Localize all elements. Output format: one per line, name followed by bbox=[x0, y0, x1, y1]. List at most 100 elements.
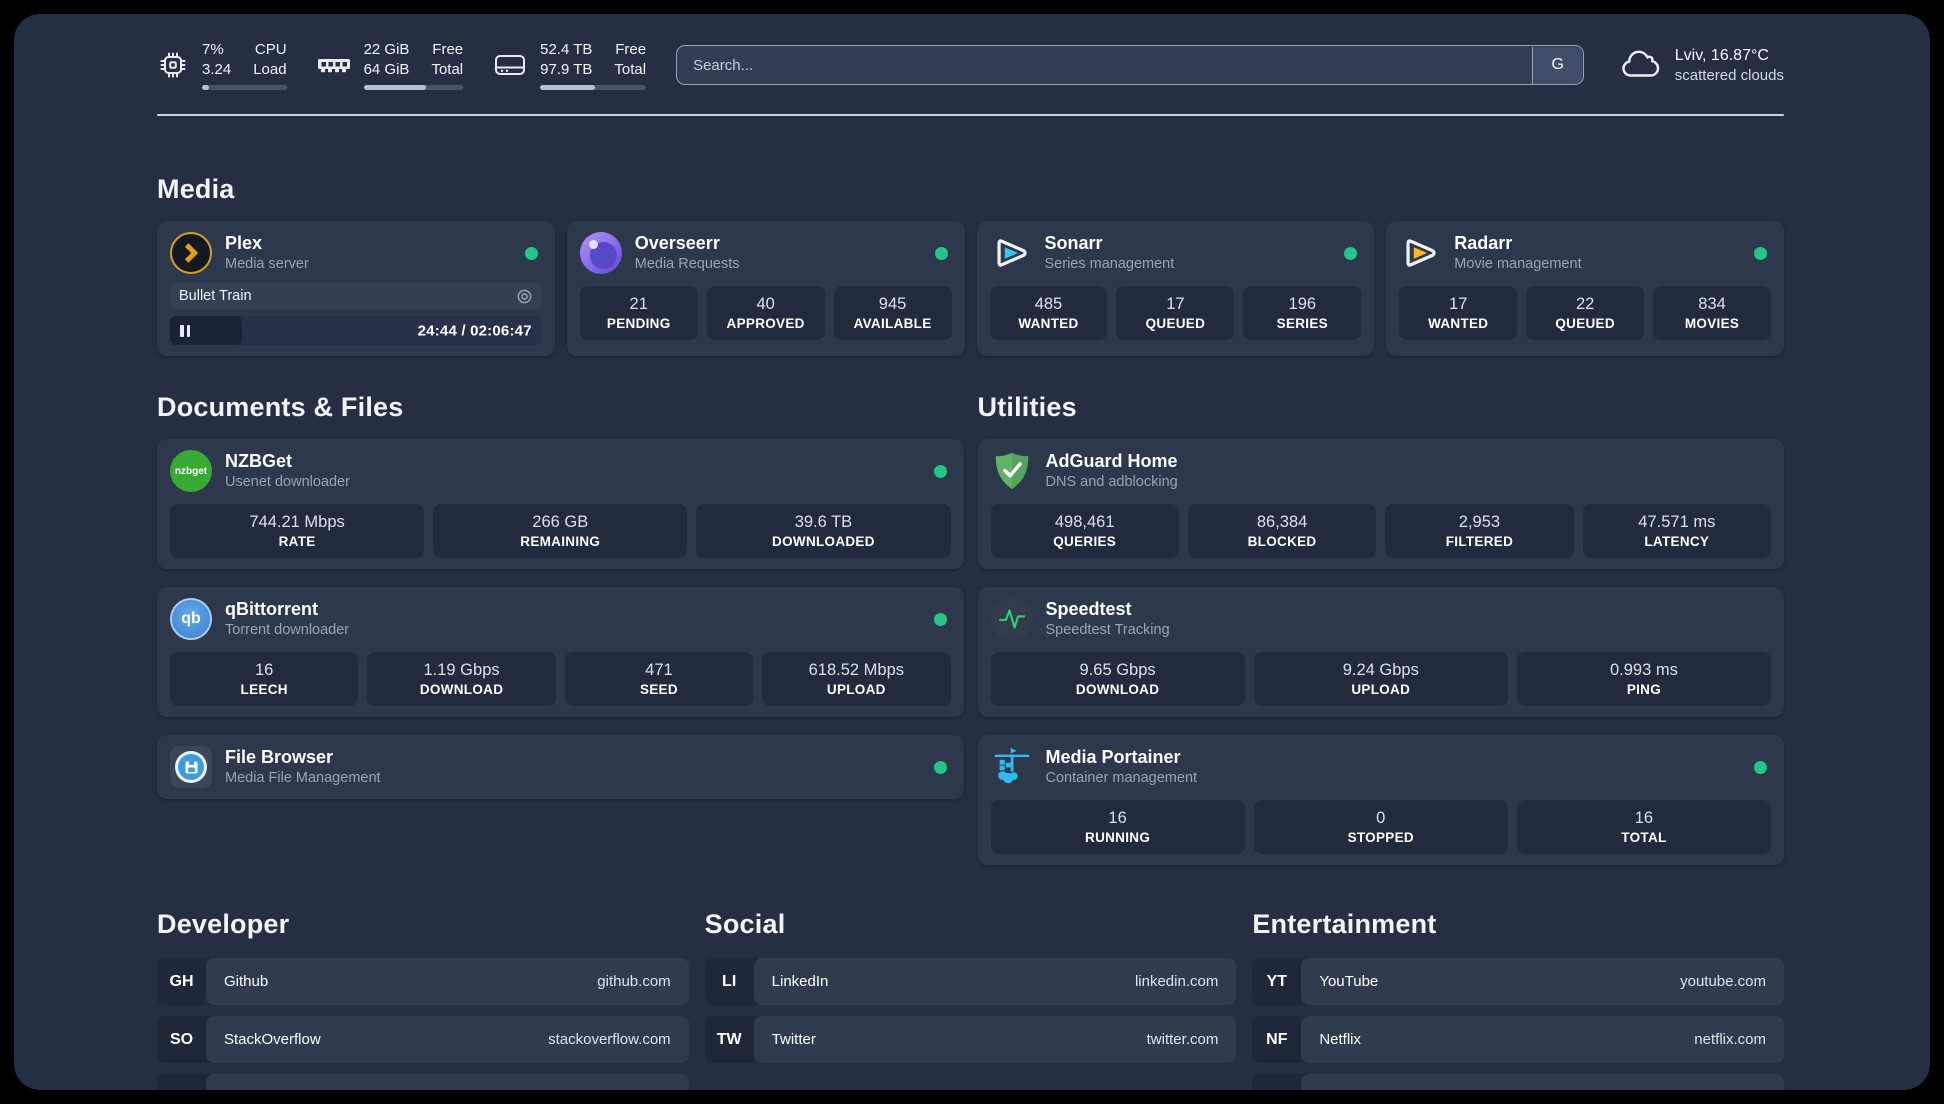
bookmark-twitter[interactable]: TW Twitter twitter.com bbox=[704, 1016, 1237, 1063]
stat-pending: 21 PENDING bbox=[579, 286, 698, 340]
dev-domain: dev.to bbox=[631, 1089, 671, 1090]
nzbget-name: NZBGet bbox=[225, 451, 292, 471]
qbittorrent-name: qBittorrent bbox=[225, 599, 318, 619]
github-domain: github.com bbox=[597, 973, 671, 990]
cpu-usage: 7% bbox=[202, 41, 224, 58]
social-section-title: Social bbox=[704, 909, 786, 939]
filebrowser-status-dot bbox=[933, 760, 947, 774]
linkedin-name: LinkedIn bbox=[771, 973, 829, 990]
plex-now-playing: Bullet Train bbox=[170, 283, 542, 309]
speedtest-card[interactable]: Speedtest Speedtest Tracking 9.65 Gbps D… bbox=[977, 587, 1784, 717]
bookmark-youtube[interactable]: YT YouTube youtube.com bbox=[1252, 958, 1784, 1005]
bookmark-netflix[interactable]: NF Netflix netflix.com bbox=[1252, 1016, 1784, 1063]
cpu-icon bbox=[157, 49, 189, 81]
twitter-name: Twitter bbox=[771, 1031, 816, 1048]
search-input[interactable] bbox=[676, 45, 1584, 85]
qbittorrent-subtitle: Torrent downloader bbox=[225, 622, 350, 638]
youtube-domain: youtube.com bbox=[1680, 973, 1766, 990]
stat-ping: 0.993 ms PING bbox=[1516, 652, 1772, 706]
filebrowser-name: File Browser bbox=[225, 747, 334, 767]
stat-filtered: 2,953 FILTERED bbox=[1385, 504, 1574, 558]
dev-abbr: DT bbox=[157, 1074, 206, 1091]
sonarr-icon bbox=[990, 232, 1032, 274]
cpu-widget: 7% 3.24 CPU Load bbox=[157, 40, 287, 90]
sonarr-name: Sonarr bbox=[1044, 233, 1103, 253]
developer-section-title: Developer bbox=[157, 909, 290, 939]
netflix-abbr: NF bbox=[1266, 1030, 1288, 1048]
qbittorrent-card[interactable]: qb qBittorrent Torrent downloader 16 LEE… bbox=[157, 587, 964, 717]
overseerr-card[interactable]: Overseerr Media Requests 21 PENDING 40 A… bbox=[566, 221, 965, 356]
disk-icon bbox=[493, 49, 527, 81]
speedtest-name: Speedtest bbox=[1045, 599, 1132, 619]
stat-blocked: 86,384 BLOCKED bbox=[1187, 504, 1377, 558]
netflix-name: Netflix bbox=[1319, 1031, 1362, 1048]
radarr-icon bbox=[1399, 232, 1441, 274]
bookmark-github[interactable]: GH Github github.com bbox=[157, 958, 689, 1005]
github-abbr: GH bbox=[169, 972, 194, 990]
stat-rate: 744.21 Mbps RATE bbox=[170, 504, 425, 558]
disk-total-value: 97.9 TB bbox=[540, 61, 593, 78]
pause-icon bbox=[180, 324, 190, 337]
stat-queries: 498,461 QUERIES bbox=[990, 504, 1179, 558]
utilities-section-title: Utilities bbox=[977, 392, 1077, 422]
speedtest-subtitle: Speedtest Tracking bbox=[1045, 622, 1170, 638]
bookmark-reddit[interactable]: RE Reddit reddit.com bbox=[1252, 1074, 1784, 1090]
bookmarks-developer: Developer GH Github github.com SO StackO… bbox=[157, 909, 689, 1090]
bookmark-linkedin[interactable]: LI LinkedIn linkedin.com bbox=[704, 958, 1237, 1005]
search-engine-button[interactable]: G bbox=[1532, 46, 1583, 84]
portainer-card[interactable]: Media Portainer Container management 16 … bbox=[977, 735, 1784, 865]
memory-free-value: 22 GiB bbox=[363, 41, 410, 58]
radarr-subtitle: Movie management bbox=[1454, 256, 1582, 272]
overseerr-status-dot bbox=[934, 246, 948, 260]
weather-widget: Lviv, 16.87°C scattered clouds bbox=[1620, 45, 1784, 85]
stat-queued: 17 QUEUED bbox=[1116, 286, 1235, 340]
plex-card[interactable]: Plex Media server Bullet Train 24:44 / 0… bbox=[157, 221, 555, 356]
reddit-name: Reddit bbox=[1319, 1089, 1362, 1090]
stat-series: 196 SERIES bbox=[1243, 286, 1362, 340]
playback-time: 24:44 / 02:06:47 bbox=[417, 322, 532, 339]
disk-widget: 52.4 TB 97.9 TB Free Total bbox=[493, 40, 647, 90]
dashboard-panel: 7% 3.24 CPU Load 22 GiB 64 GiB Free Tota… bbox=[14, 14, 1930, 1090]
plex-name: Plex bbox=[225, 233, 263, 253]
filebrowser-subtitle: Media File Management bbox=[225, 770, 381, 786]
memory-free-label: Free bbox=[432, 41, 464, 58]
stackoverflow-domain: stackoverflow.com bbox=[548, 1031, 671, 1048]
bookmark-stackoverflow[interactable]: SO StackOverflow stackoverflow.com bbox=[157, 1016, 689, 1063]
youtube-abbr: YT bbox=[1266, 972, 1288, 990]
filebrowser-card[interactable]: File Browser Media File Management bbox=[157, 735, 964, 799]
nzbget-subtitle: Usenet downloader bbox=[225, 474, 350, 490]
stackoverflow-name: StackOverflow bbox=[224, 1031, 321, 1048]
radarr-card[interactable]: Radarr Movie management 17 WANTED 22 QUE… bbox=[1386, 221, 1784, 356]
stat-remaining: 266 GB REMAINING bbox=[433, 504, 688, 558]
weather-condition: scattered clouds bbox=[1674, 67, 1784, 84]
disk-total-label: Total bbox=[614, 61, 647, 78]
github-name: Github bbox=[224, 973, 269, 990]
nzbget-card[interactable]: nzbget NZBGet Usenet downloader 744.21 M… bbox=[157, 439, 964, 569]
dev-name: DEV bbox=[224, 1089, 255, 1090]
system-stats: 7% 3.24 CPU Load 22 GiB 64 GiB Free Tota… bbox=[157, 40, 647, 90]
stackoverflow-abbr: SO bbox=[169, 1030, 194, 1048]
disk-free-value: 52.4 TB bbox=[540, 41, 593, 58]
stat-stopped: 0 STOPPED bbox=[1253, 800, 1508, 854]
memory-widget: 22 GiB 64 GiB Free Total bbox=[317, 40, 464, 90]
reddit-abbr: RE bbox=[1252, 1074, 1301, 1091]
bookmark-dev[interactable]: DT DEV dev.to bbox=[157, 1074, 689, 1090]
section-utilities: Utilities AdGuard Home DNS and adblockin… bbox=[977, 392, 1784, 865]
stat-download: 1.19 Gbps DOWNLOAD bbox=[367, 652, 556, 706]
cpu-load-value: 3.24 bbox=[202, 61, 232, 78]
stat-latency: 47.571 ms LATENCY bbox=[1582, 504, 1771, 558]
plex-subtitle: Media server bbox=[225, 256, 309, 272]
radarr-status-dot bbox=[1754, 246, 1767, 260]
speedtest-icon bbox=[990, 598, 1033, 640]
cloud-icon bbox=[1620, 48, 1662, 82]
adguard-subtitle: DNS and adblocking bbox=[1045, 474, 1178, 490]
portainer-status-dot bbox=[1754, 760, 1767, 774]
search-container: G bbox=[676, 45, 1584, 85]
top-bar: 7% 3.24 CPU Load 22 GiB 64 GiB Free Tota… bbox=[157, 40, 1784, 90]
stat-approved: 40 APPROVED bbox=[706, 286, 825, 340]
stat-download: 9.65 Gbps DOWNLOAD bbox=[990, 652, 1245, 706]
adguard-card[interactable]: AdGuard Home DNS and adblocking 498,461 … bbox=[977, 439, 1784, 569]
playback-progressbar: 24:44 / 02:06:47 bbox=[170, 316, 542, 345]
sonarr-card[interactable]: Sonarr Series management 485 WANTED 17 Q… bbox=[976, 221, 1375, 356]
documents-section-title: Documents & Files bbox=[157, 392, 404, 422]
